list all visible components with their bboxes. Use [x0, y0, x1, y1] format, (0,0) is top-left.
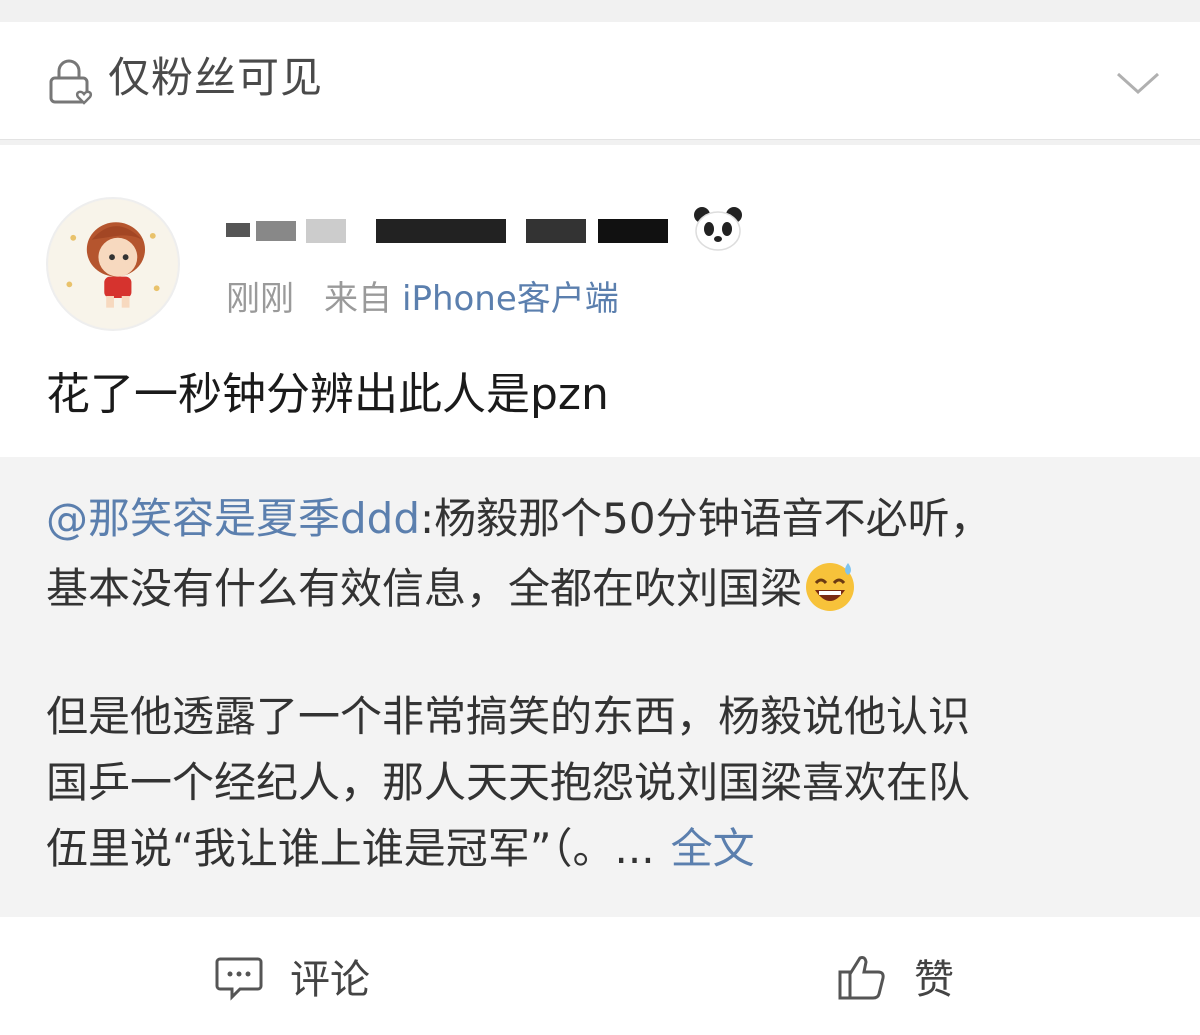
repost-line-1: @那笑容是夏季ddd:杨毅那个50分钟语音不必听， — [46, 491, 992, 547]
repost-line-4: 国乒一个经纪人，那人天天抱怨说刘国梁喜欢在队 — [46, 758, 971, 807]
repost-line-5: 伍里说“我让谁上谁是冠军”（。... 全文 — [46, 821, 755, 877]
repost-block[interactable]: @那笑容是夏季ddd:杨毅那个50分钟语音不必听， 基本没有什么有效信息，全都在… — [0, 457, 1200, 917]
repost-line-3: 但是他透露了一个非常搞笑的东西，杨毅说他认识 — [46, 692, 971, 741]
like-button[interactable]: 赞 — [836, 947, 954, 1005]
post-card: 刚刚 来自 iPhone客户端 花了一秒钟分辨出此人是pzn — [0, 145, 1200, 457]
chevron-down-icon[interactable] — [1112, 56, 1164, 108]
visibility-bar[interactable]: 仅粉丝可见 — [0, 22, 1200, 140]
lock-heart-icon — [49, 59, 92, 105]
repost-text-1: :杨毅那个50分钟语音不必听， — [419, 494, 992, 543]
avatar[interactable] — [46, 197, 180, 331]
panda-icon — [694, 207, 742, 251]
mention-link[interactable]: @那笑容是夏季ddd — [46, 494, 420, 543]
like-label: 赞 — [914, 957, 954, 1003]
cartoon-avatar-image — [48, 199, 178, 329]
repost-text-2: 基本没有什么有效信息，全都在吹刘国梁 — [46, 564, 803, 613]
post-time: 刚刚 — [226, 279, 294, 319]
comment-label: 评论 — [290, 957, 370, 1003]
post-meta: 刚刚 来自 iPhone客户端 — [226, 277, 619, 321]
full-text-link[interactable]: 全文 — [671, 824, 755, 873]
action-bar: 评论 赞 — [0, 917, 1200, 1035]
comment-icon — [215, 957, 263, 1001]
source-client[interactable]: iPhone客户端 — [402, 279, 619, 319]
source-prefix: 来自 — [324, 279, 392, 319]
repost-line-2: 基本没有什么有效信息，全都在吹刘国梁 — [46, 557, 858, 617]
thumbs-up-icon — [838, 956, 885, 1000]
redacted-username-mask — [226, 219, 668, 243]
repost-text-5: 伍里说“我让谁上谁是冠军”（。... — [46, 824, 655, 873]
visibility-label: 仅粉丝可见 — [108, 53, 324, 102]
post-text: 花了一秒钟分辨出此人是pzn — [46, 369, 609, 420]
comment-button[interactable]: 评论 — [214, 947, 370, 1005]
grinning-sweat-emoji-icon — [806, 563, 855, 611]
author-name[interactable] — [226, 207, 676, 255]
